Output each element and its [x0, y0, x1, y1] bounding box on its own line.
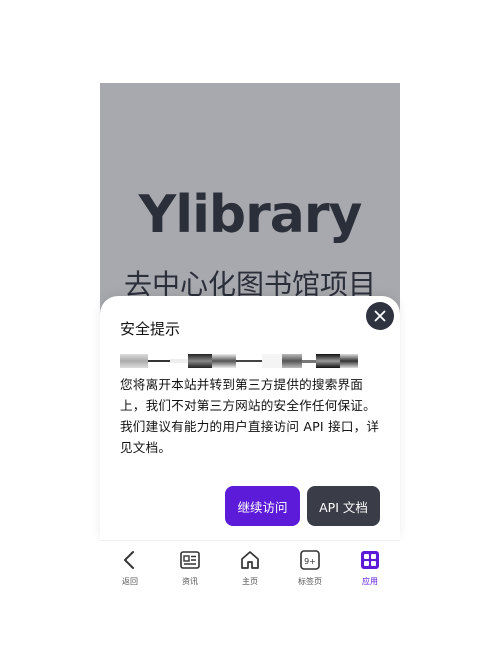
tab-home[interactable]: 主页 [223, 541, 278, 585]
hero-banner: Ylibrary 去中心化图书馆项目 [100, 83, 400, 313]
redacted-text-strip [120, 354, 360, 368]
news-icon [180, 551, 200, 569]
api-docs-button[interactable]: API 文档 [307, 486, 380, 526]
dialog-message: 您将离开本站并转到第三方提供的搜索界面上，我们不对第三方网站的安全作任何保证。我… [120, 377, 380, 455]
continue-button[interactable]: 继续访问 [225, 486, 300, 526]
tab-label: 标签页 [298, 577, 322, 585]
tab-label: 应用 [362, 577, 378, 585]
close-button[interactable] [366, 302, 394, 330]
close-icon [374, 310, 386, 322]
tab-label: 资讯 [182, 577, 198, 585]
back-icon [124, 551, 134, 569]
tab-label: 返回 [122, 577, 138, 585]
tab-apps[interactable]: 应用 [343, 541, 398, 585]
tabs-badge: 9+ [304, 557, 316, 566]
tab-tabs[interactable]: 9+ 标签页 [283, 541, 338, 585]
tab-news[interactable]: 资讯 [163, 541, 218, 585]
hero-title: Ylibrary [138, 185, 363, 245]
apps-icon [361, 551, 379, 569]
tab-back[interactable]: 返回 [103, 541, 158, 585]
tabs-icon: 9+ [300, 550, 320, 570]
security-dialog: 安全提示 您将离开本站并转到第三方提供的搜索界面上，我们不对第三方网站的安全作任… [100, 296, 400, 540]
tab-label: 主页 [242, 577, 258, 585]
home-icon [241, 551, 259, 569]
dialog-title: 安全提示 [120, 320, 181, 338]
bottom-tab-bar: 返回 资讯 主页 9+ 标签页 应用 [100, 540, 400, 590]
